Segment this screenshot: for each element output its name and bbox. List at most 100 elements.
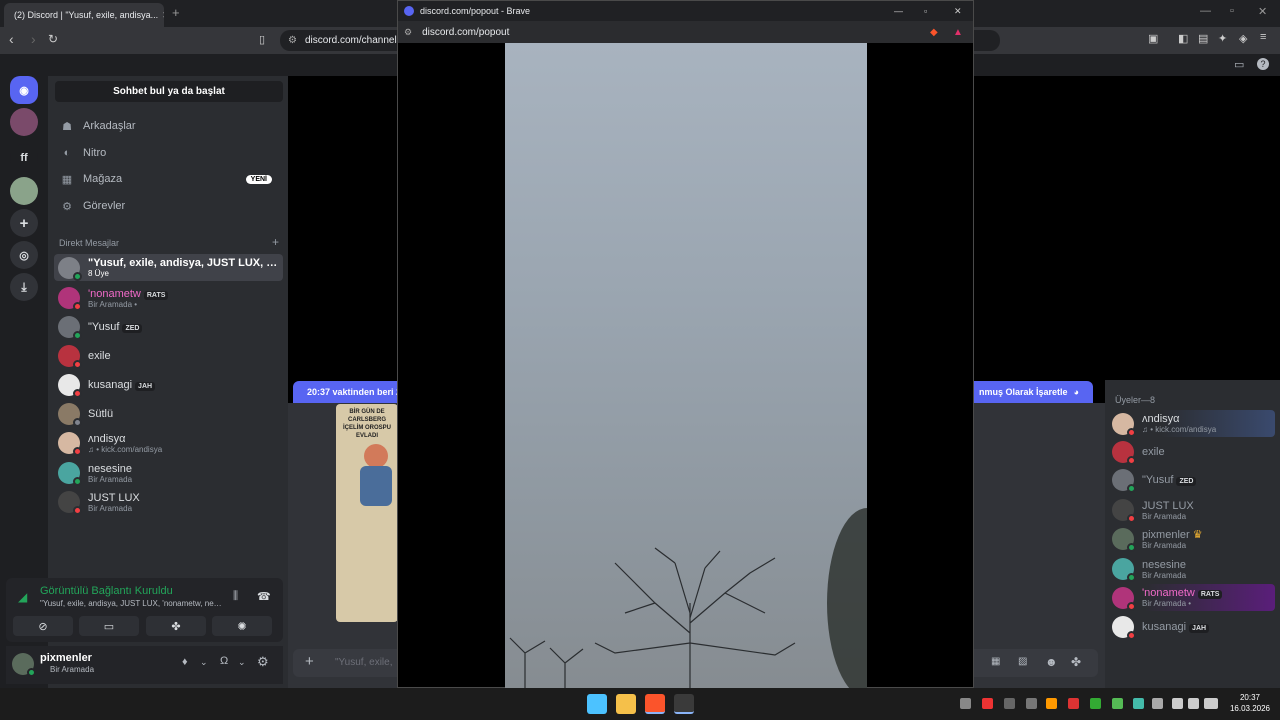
camera-toggle-button[interactable]: ⊘ bbox=[13, 616, 73, 636]
tray-icon[interactable] bbox=[1112, 698, 1123, 709]
meme-image[interactable]: BİR GÜN DE CARLSBERG İÇELİM OROSPU EVLAD… bbox=[336, 404, 398, 622]
dm-item[interactable]: "Yusuf ZED bbox=[54, 314, 283, 340]
file-explorer-icon[interactable] bbox=[616, 694, 636, 714]
volume-icon[interactable] bbox=[1188, 698, 1199, 709]
member-item[interactable]: pixmenler ♛ Bir Aramada bbox=[1112, 526, 1275, 552]
voice-channel[interactable]: "Yusuf, exile, andisya, JUST LUX, 'nonam… bbox=[40, 599, 222, 608]
inbox-icon[interactable]: ▭ bbox=[1234, 58, 1244, 71]
add-attachment-icon[interactable]: + bbox=[305, 653, 314, 670]
close-tab-icon[interactable]: ✕ bbox=[162, 10, 164, 21]
settings-icon[interactable]: ⚙ bbox=[257, 654, 269, 670]
user-avatar[interactable] bbox=[12, 653, 36, 677]
tray-icon[interactable] bbox=[1090, 698, 1101, 709]
dm-item[interactable]: kusanagi JAH bbox=[54, 372, 283, 398]
reload-icon[interactable]: ↻ bbox=[48, 32, 58, 46]
tray-icon[interactable] bbox=[1152, 698, 1163, 709]
forward-icon[interactable]: › bbox=[31, 31, 36, 47]
brave-rewards-icon[interactable]: ▲ bbox=[953, 27, 963, 38]
vpn-icon[interactable]: ◈ bbox=[1239, 32, 1247, 45]
member-item[interactable]: kusanagi JAH bbox=[1112, 614, 1275, 640]
nav-friends[interactable]: ☗ Arkadaşlar bbox=[56, 114, 282, 138]
screen-share-button[interactable]: ▭ bbox=[79, 616, 139, 636]
clock[interactable]: 20:37 16.03.2026 bbox=[1226, 692, 1274, 714]
tray-icon[interactable] bbox=[1068, 698, 1079, 709]
tray-icon[interactable] bbox=[1046, 698, 1057, 709]
group-dm-icon[interactable] bbox=[10, 108, 38, 136]
tray-icon[interactable] bbox=[1026, 698, 1037, 709]
battery-icon[interactable] bbox=[1204, 698, 1218, 709]
noise-suppression-icon[interactable]: ⫼ bbox=[233, 590, 238, 603]
create-dm-icon[interactable]: + bbox=[272, 236, 279, 248]
menu-icon[interactable]: ≡ bbox=[1260, 31, 1266, 43]
member-item[interactable]: JUST LUX Bir Aramada bbox=[1112, 497, 1275, 523]
meme-figure-body bbox=[360, 466, 392, 506]
discord-home-icon[interactable]: ◉ bbox=[10, 76, 38, 104]
bookmark-icon[interactable]: ▯ bbox=[259, 33, 265, 46]
gif-icon[interactable]: ▦ bbox=[991, 656, 1000, 667]
dm-item[interactable]: "Yusuf, exile, andisya, JUST LUX, 'nona.… bbox=[54, 254, 283, 281]
tray-icon[interactable] bbox=[1004, 698, 1015, 709]
tray-icon[interactable] bbox=[1133, 698, 1144, 709]
site-settings-icon[interactable]: ⚙ bbox=[288, 35, 297, 46]
headphones-icon[interactable]: Ω bbox=[220, 655, 228, 667]
member-item[interactable]: exile bbox=[1112, 440, 1275, 465]
nav-shop[interactable]: ▦ Mağaza YENİ bbox=[56, 167, 282, 191]
member-item[interactable]: 'nonametw RATS Bir Aramada • bbox=[1112, 584, 1275, 611]
nav-quests[interactable]: ⚙ Görevler bbox=[56, 194, 282, 218]
microphone-icon[interactable]: ♦ bbox=[182, 656, 188, 668]
tray-icon[interactable] bbox=[982, 698, 993, 709]
close-window-icon[interactable]: ✕ bbox=[954, 6, 962, 17]
new-tab-icon[interactable]: + bbox=[172, 5, 180, 20]
maximize-icon[interactable]: ▫ bbox=[924, 6, 927, 16]
explore-icon[interactable]: ◎ bbox=[10, 241, 38, 269]
extensions-icon[interactable]: ▣ bbox=[1148, 32, 1158, 45]
signal-icon: ◢ bbox=[18, 590, 28, 604]
minimize-icon[interactable]: — bbox=[894, 6, 903, 16]
disconnect-icon[interactable]: ☎ bbox=[257, 590, 271, 603]
server-avatar-icon[interactable] bbox=[10, 177, 38, 205]
emoji-icon[interactable]: ☻ bbox=[1045, 655, 1058, 669]
apps-icon[interactable]: ✤ bbox=[1071, 655, 1081, 669]
dm-item[interactable]: 'nonametw RATS Bir Aramada • bbox=[54, 285, 283, 311]
browser-tab[interactable]: (2) Discord | "Yusuf, exile, andisya... … bbox=[4, 3, 164, 27]
add-server-icon[interactable]: + bbox=[10, 209, 38, 237]
back-icon[interactable]: ‹ bbox=[9, 31, 14, 47]
dm-item[interactable]: JUST LUX Bir Aramada bbox=[54, 489, 283, 515]
chevron-down-icon[interactable]: ⌄ bbox=[200, 657, 208, 668]
sticker-icon[interactable]: ▨ bbox=[1018, 656, 1027, 667]
start-icon[interactable] bbox=[587, 694, 607, 714]
close-window-icon[interactable]: ✕ bbox=[1258, 5, 1267, 18]
nav-nitro[interactable]: ◐ Nitro bbox=[56, 141, 282, 165]
download-icon[interactable]: ⤓ bbox=[10, 273, 38, 301]
wallet-icon[interactable]: ▤ bbox=[1198, 32, 1208, 45]
network-icon[interactable] bbox=[1172, 698, 1183, 709]
video-stream[interactable] bbox=[505, 43, 867, 688]
dm-item[interactable]: exile bbox=[54, 343, 283, 369]
nav-label: Nitro bbox=[83, 147, 107, 159]
leo-icon[interactable]: ✦ bbox=[1218, 32, 1227, 45]
minimize-icon[interactable]: — bbox=[1200, 5, 1211, 17]
brave-shields-icon[interactable]: ◆ bbox=[930, 27, 938, 38]
member-item[interactable]: nesesine Bir Aramada bbox=[1112, 556, 1275, 582]
site-settings-icon[interactable]: ⚙ bbox=[404, 27, 412, 38]
maximize-icon[interactable]: ▫ bbox=[1230, 5, 1234, 17]
app-icon[interactable] bbox=[674, 694, 694, 714]
avatar bbox=[58, 345, 82, 369]
dm-item[interactable]: ᴧndisyα ♫ • kick.com/andisya bbox=[54, 430, 283, 456]
quests-icon: ⚙ bbox=[62, 200, 72, 213]
server-ff-icon[interactable]: ff bbox=[10, 144, 38, 172]
mark-read-text[interactable]: nmuş Olarak İşaretle bbox=[979, 387, 1068, 397]
member-item[interactable]: ᴧndisyα ♫ • kick.com/andisya bbox=[1112, 410, 1275, 437]
sidebar-toggle-icon[interactable]: ◧ bbox=[1178, 32, 1188, 45]
member-name: ᴧndisyα bbox=[1142, 413, 1180, 425]
member-item[interactable]: "Yusuf ZED bbox=[1112, 467, 1275, 493]
activities-button[interactable]: ✤ bbox=[146, 616, 206, 636]
dm-item[interactable]: nesesine Bir Aramada bbox=[54, 460, 283, 486]
help-icon[interactable]: ? bbox=[1257, 58, 1269, 70]
tray-icon[interactable] bbox=[960, 698, 971, 709]
chevron-down-icon[interactable]: ⌄ bbox=[238, 657, 246, 668]
brave-browser-icon[interactable] bbox=[645, 694, 665, 714]
soundboard-button[interactable]: ✺ bbox=[212, 616, 272, 636]
dm-search-input[interactable]: Sohbet bul ya da başlat bbox=[55, 81, 283, 102]
dm-item[interactable]: Sütlü bbox=[54, 401, 283, 427]
